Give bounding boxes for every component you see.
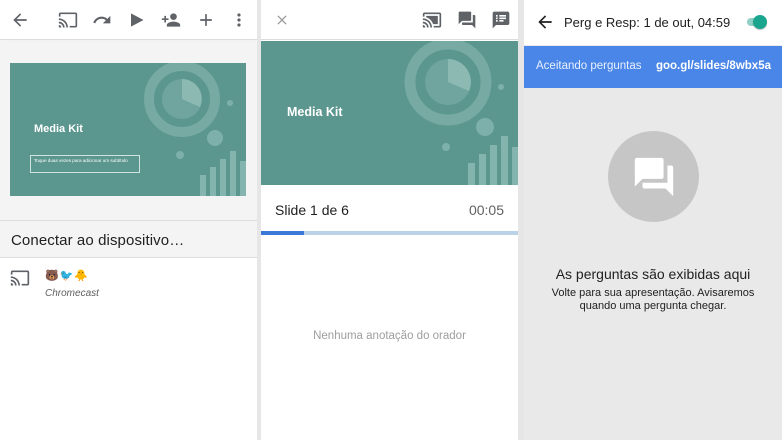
connect-device-label: Conectar ao dispositivo… [11, 232, 185, 249]
presenter-toolbar [261, 0, 518, 40]
speaker-notes-icon[interactable] [489, 8, 513, 32]
accept-questions-toggle[interactable] [745, 15, 767, 29]
qa-session-title: Perg e Resp: 1 de out, 04:59 [564, 15, 731, 30]
presenter-panel: Media Kit Slide 1 de 6 00:05 Nenhuma ano… [261, 0, 518, 440]
slide-title: Media Kit [287, 105, 343, 119]
cast-icon[interactable] [420, 8, 444, 32]
slide-title: Media Kit [34, 123, 83, 135]
back-arrow-icon[interactable] [533, 10, 557, 34]
slide-progress-fill [261, 231, 304, 235]
qa-empty-line: quando uma pergunta chegar. [579, 300, 727, 312]
add-icon[interactable] [194, 8, 218, 32]
presentation-timer: 00:05 [468, 202, 504, 218]
connect-device-header: Conectar ao dispositivo… [0, 220, 257, 258]
speaker-notes-empty: Nenhuma anotação do orador [313, 330, 466, 342]
qa-empty-line: Volte para sua apresentação. Avisaremos [551, 287, 755, 299]
qa-status-bar: Aceitando perguntas goo.gl/slides/8wbx5a [524, 46, 782, 88]
close-icon[interactable] [270, 8, 294, 32]
qa-empty-title: As perguntas são exibidas aqui [555, 266, 751, 282]
slide-counter: Slide 1 de 6 [275, 202, 349, 218]
play-icon[interactable] [124, 8, 148, 32]
back-arrow-icon[interactable] [8, 8, 32, 32]
qa-panel: Perg e Resp: 1 de out, 04:59 Aceitando p… [524, 0, 782, 440]
presenter-slide[interactable]: Media Kit [261, 41, 518, 185]
questions-placeholder-icon [608, 131, 699, 222]
cast-device-icon[interactable] [10, 268, 30, 288]
toggle-knob [753, 15, 767, 29]
qa-short-link[interactable]: goo.gl/slides/8wbx5a [656, 60, 771, 72]
slide-subtitle-placeholder[interactable]: Toque duas vezes para adicionar um subtí… [30, 155, 140, 173]
more-vert-icon[interactable] [227, 8, 251, 32]
slide-progress-bar [261, 231, 518, 235]
cast-icon[interactable] [56, 8, 80, 32]
add-person-icon[interactable] [159, 8, 183, 32]
questions-icon[interactable] [455, 8, 479, 32]
qa-empty-body: Volte para sua apresentação. Avisaremos … [524, 287, 782, 313]
device-name[interactable]: Chromecast [45, 288, 99, 299]
device-emoji-label[interactable]: 🐻🐦🐥 [45, 269, 89, 282]
editor-toolbar [0, 0, 257, 40]
slide-thumbnail[interactable]: Media Kit Toque duas vezes para adiciona… [10, 63, 246, 196]
editor-panel: Media Kit Toque duas vezes para adiciona… [0, 0, 257, 440]
redo-icon[interactable] [90, 8, 114, 32]
qa-toolbar: Perg e Resp: 1 de out, 04:59 [524, 0, 782, 45]
accepting-questions-label: Aceitando perguntas [536, 60, 642, 72]
